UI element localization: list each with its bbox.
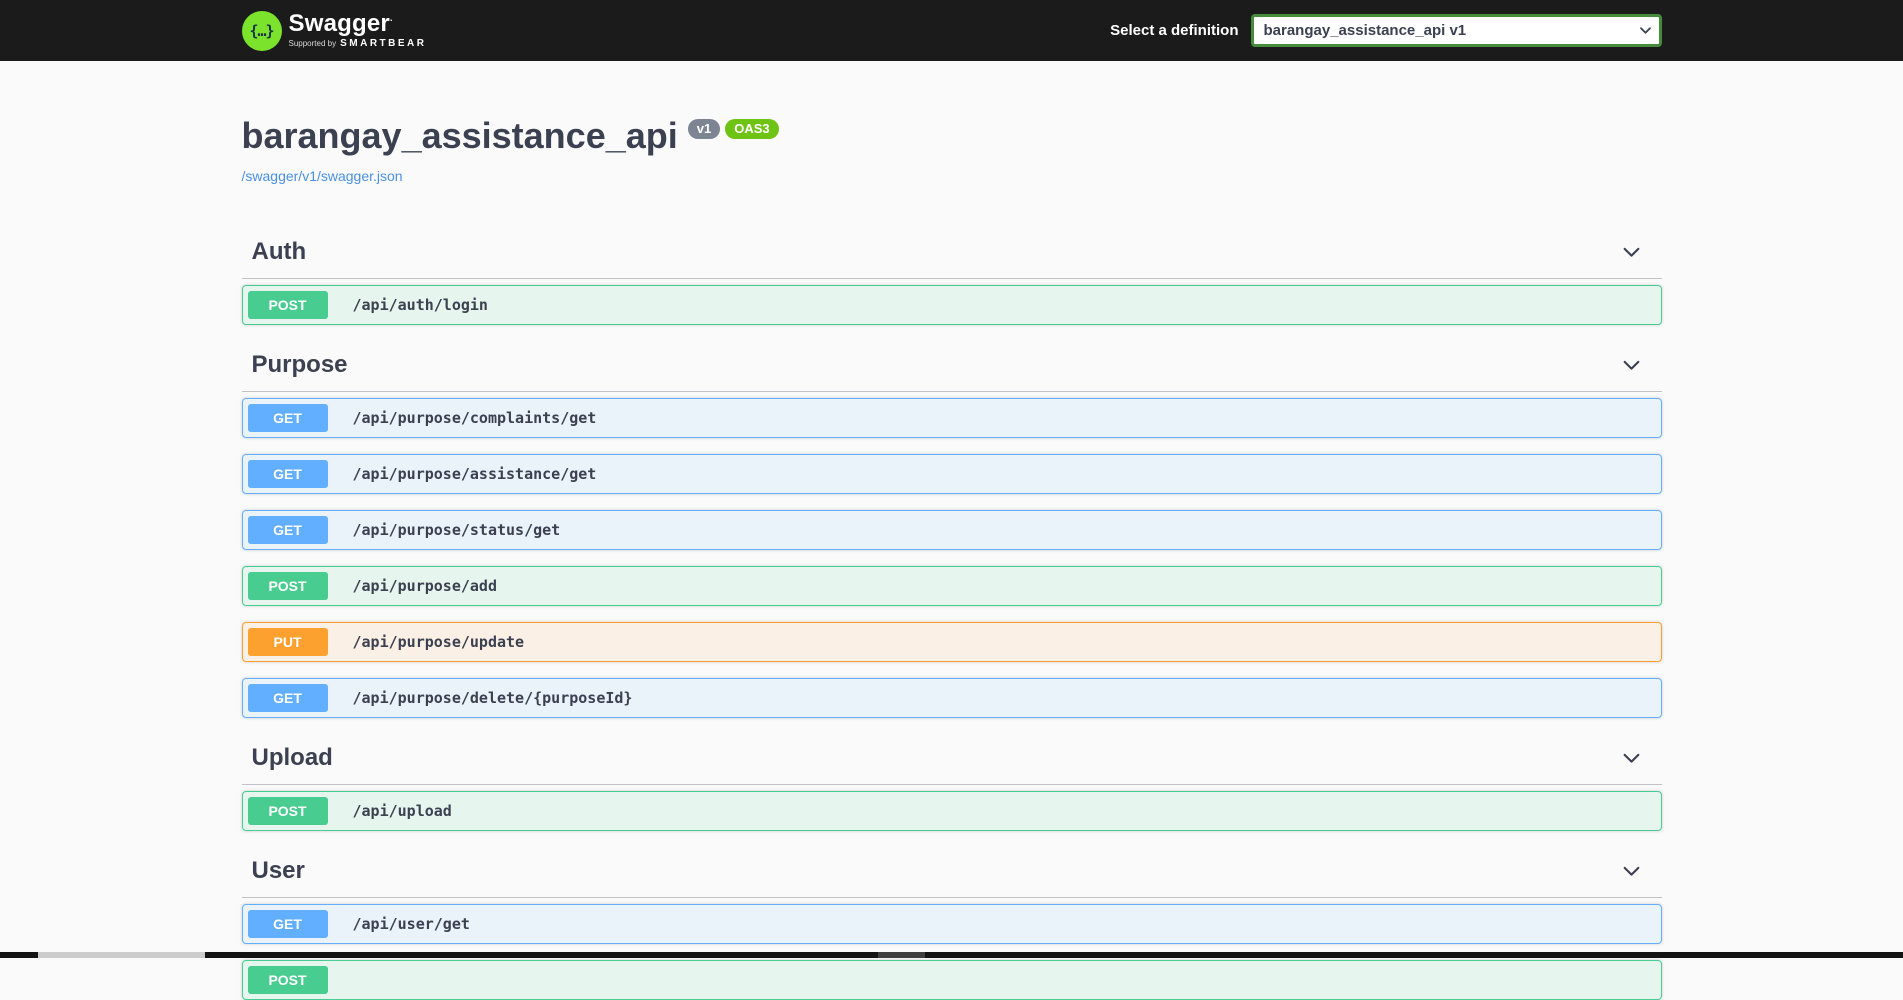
endpoint-path: /api/auth/login <box>352 296 488 315</box>
endpoint-row[interactable]: GET /api/purpose/complaints/get <box>241 398 1662 439</box>
chevron-down-icon[interactable] <box>1621 748 1642 769</box>
method-badge: POST <box>247 572 328 601</box>
chevron-down-icon[interactable] <box>1621 861 1642 882</box>
endpoint-list: POST /api/upload <box>241 791 1662 832</box>
endpoint-row[interactable]: GET /api/purpose/status/get <box>241 510 1662 551</box>
method-badge: GET <box>247 460 328 489</box>
swagger-ui-main: barangay_assistance_api v1 OAS3 /swagger… <box>222 61 1682 1000</box>
endpoint-path: /api/purpose/delete/{purposeId} <box>352 689 633 708</box>
topbar: {…} Swagger. Supported by SMARTBEAR Sele… <box>0 0 1903 61</box>
method-badge: POST <box>247 797 328 826</box>
page-title: barangay_assistance_api v1 OAS3 <box>242 115 1662 156</box>
endpoint-path: /api/upload <box>352 802 452 821</box>
swagger-logo-icon: {…} <box>241 10 282 51</box>
tag-name-user: User <box>251 857 305 885</box>
supported-by-label: Supported by <box>288 39 337 48</box>
method-badge: POST <box>247 291 328 320</box>
version-badge: v1 <box>687 119 721 139</box>
swagger-logo-text: Swagger. <box>288 10 393 37</box>
method-badge: GET <box>247 910 328 939</box>
tag-section-upload: Upload POST /api/upload <box>241 734 1662 832</box>
tag-section-auth: Auth POST /api/auth/login <box>241 228 1662 326</box>
tag-name-purpose: Purpose <box>251 351 348 379</box>
tag-header-user[interactable]: User <box>241 847 1662 899</box>
api-info: barangay_assistance_api v1 OAS3 /swagger… <box>242 61 1662 186</box>
oas3-badge: OAS3 <box>725 119 779 139</box>
endpoint-row[interactable]: POST /api/upload <box>241 791 1662 832</box>
endpoint-row[interactable]: POST /api/purpose/add <box>241 566 1662 607</box>
method-badge: PUT <box>247 628 328 657</box>
chevron-down-icon[interactable] <box>1621 242 1642 263</box>
trademark-mark: . <box>389 13 393 23</box>
taskbar-edge-light-segment <box>38 952 205 958</box>
tag-sections-container: Auth POST /api/auth/login Purpose GET /a… <box>241 228 1662 1000</box>
spec-json-link[interactable]: /swagger/v1/swagger.json <box>242 168 403 184</box>
endpoint-path: /api/purpose/complaints/get <box>352 409 597 428</box>
endpoint-row[interactable]: POST <box>241 960 1662 1000</box>
method-badge: GET <box>247 516 328 545</box>
tag-name-auth: Auth <box>251 238 307 266</box>
method-badge: POST <box>247 966 328 995</box>
select-definition-label: Select a definition <box>1110 22 1239 39</box>
supported-by-line: Supported by SMARTBEAR <box>289 39 427 49</box>
tag-header-upload[interactable]: Upload <box>241 734 1662 786</box>
endpoint-row[interactable]: GET /api/purpose/delete/{purposeId} <box>241 678 1662 719</box>
tag-section-user: User GET /api/user/get POST <box>241 847 1662 1000</box>
endpoint-row[interactable]: GET /api/user/get <box>241 904 1662 945</box>
taskbar-edge-dim-segment <box>878 952 925 958</box>
endpoint-row[interactable]: POST /api/auth/login <box>241 285 1662 326</box>
endpoint-list: POST /api/auth/login <box>241 285 1662 326</box>
api-title-text: barangay_assistance_api <box>241 115 678 156</box>
definition-selector: Select a definition barangay_assistance_… <box>1110 14 1662 47</box>
endpoint-path: /api/purpose/status/get <box>352 521 561 540</box>
tag-header-auth[interactable]: Auth <box>241 228 1662 280</box>
method-badge: GET <box>247 404 328 433</box>
chevron-down-icon[interactable] <box>1621 355 1642 376</box>
smartbear-label: SMARTBEAR <box>340 38 427 49</box>
tag-name-upload: Upload <box>251 744 333 772</box>
endpoint-path: /api/user/get <box>352 915 470 934</box>
endpoint-row[interactable]: PUT /api/purpose/update <box>241 622 1662 663</box>
endpoint-path: /api/purpose/add <box>352 577 498 596</box>
endpoint-row[interactable]: GET /api/purpose/assistance/get <box>241 454 1662 495</box>
swagger-logo[interactable]: {…} Swagger. Supported by SMARTBEAR <box>241 10 427 51</box>
endpoint-path: /api/purpose/update <box>352 633 525 652</box>
endpoint-path: /api/purpose/assistance/get <box>352 465 597 484</box>
taskbar-edge <box>0 952 1903 958</box>
tag-header-purpose[interactable]: Purpose <box>241 341 1662 393</box>
definition-select[interactable]: barangay_assistance_api v1 <box>1250 14 1662 47</box>
method-badge: GET <box>247 684 328 713</box>
swagger-braces-glyph: {…} <box>249 21 274 40</box>
tag-section-purpose: Purpose GET /api/purpose/complaints/get … <box>241 341 1662 719</box>
endpoint-list: GET /api/purpose/complaints/get GET /api… <box>241 398 1662 719</box>
